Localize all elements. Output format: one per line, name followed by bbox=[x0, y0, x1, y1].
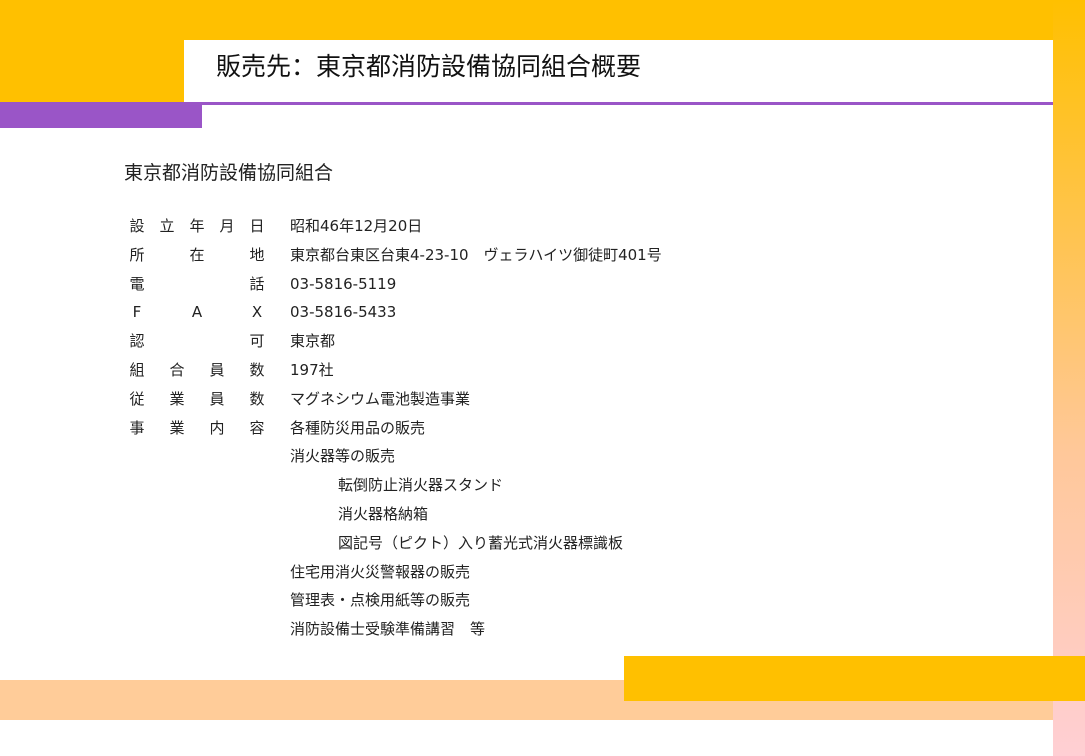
info-label-char: F bbox=[132, 303, 142, 322]
info-label-char: 員 bbox=[209, 389, 225, 408]
info-label-char: 立 bbox=[159, 217, 175, 235]
business-item: 消火器等の販売 bbox=[290, 447, 396, 466]
page-title: 販売先：東京都消防設備協同組合概要 bbox=[216, 52, 642, 81]
org-name: 東京都消防設備協同組合 bbox=[124, 162, 334, 184]
info-row-value: 各種防災用品の販売 bbox=[290, 418, 426, 437]
info-label-char: 数 bbox=[249, 360, 265, 379]
info-row-label: 電話 bbox=[128, 270, 266, 299]
info-row-label: 認可 bbox=[128, 327, 266, 356]
info-label-char: 数 bbox=[249, 389, 265, 408]
business-subitem: 転倒防止消火器スタンド bbox=[338, 476, 504, 495]
info-label-char: 合 bbox=[169, 360, 185, 379]
info-label-char: 所 bbox=[129, 245, 145, 264]
info-row: F A X 03-5816-5433 bbox=[128, 298, 662, 327]
business-item: 消防設備士受験準備講習 等 bbox=[290, 620, 486, 639]
info-row-label: FAX bbox=[128, 298, 266, 327]
info-label-char: 月 bbox=[219, 217, 235, 235]
info-label-char: 組 bbox=[129, 360, 145, 379]
info-row-value: 03-5816-5119 bbox=[290, 274, 397, 293]
info-row-value: 197社 bbox=[290, 360, 334, 379]
info-label-char: 日 bbox=[249, 217, 265, 235]
info-row-label: 組合員数 bbox=[128, 356, 266, 385]
info-label-char: 認 bbox=[129, 332, 145, 351]
info-row: 認可東京都 bbox=[128, 327, 662, 356]
info-label-char: A bbox=[191, 303, 203, 322]
info-row-value: 東京都台東区台東4-23-10 ヴェラハイツ御徒町401号 bbox=[290, 245, 662, 264]
info-row-label: 事業内容 bbox=[128, 414, 266, 443]
info-label-char: X bbox=[251, 303, 263, 322]
info-row: 設立年月日 昭和46年12月20日 bbox=[128, 212, 662, 241]
info-label-char: 内 bbox=[209, 418, 225, 437]
info-row-label: 所在地 bbox=[128, 241, 266, 270]
org-info-table: 設立年月日 昭和46年12月20日所 在 地 東京都台東区台東4-23-10 ヴェラハイ… bbox=[128, 212, 662, 644]
info-label-char: 在 bbox=[189, 245, 205, 264]
business-item: 管理表・点検用紙等の販売 bbox=[290, 591, 471, 610]
info-row-label: 設立年月日 bbox=[128, 212, 266, 241]
info-label-char: 事 bbox=[129, 418, 145, 437]
info-row: 事 業 内 容 各種防災用品の販売 bbox=[128, 414, 662, 443]
info-row-value: マグネシウム電池製造事業 bbox=[290, 389, 471, 408]
info-row: 従 業 員 数 マグネシウム電池製造事業 bbox=[128, 385, 662, 414]
info-label-char: 業 bbox=[169, 389, 185, 408]
info-label-char: 年 bbox=[189, 217, 205, 235]
info-label-char: 設 bbox=[129, 217, 145, 235]
info-label-char: 地 bbox=[249, 245, 265, 264]
info-label-char: 話 bbox=[249, 274, 265, 293]
info-label-char: 可 bbox=[249, 332, 265, 351]
info-row-value: 03-5816-5433 bbox=[290, 303, 397, 322]
business-subitem: 図記号（ピクト）入り蓄光式消火器標識板 bbox=[338, 533, 624, 552]
business-item: 住宅用消火災警報器の販売 bbox=[290, 562, 471, 581]
info-row-value: 昭和46年12月20日 bbox=[290, 217, 423, 235]
bottom-right-decor-box bbox=[624, 656, 1085, 701]
info-row: 所 在 地 東京都台東区台東4-23-10 ヴェラハイツ御徒町401号 bbox=[128, 241, 662, 270]
info-label-char: 容 bbox=[249, 418, 265, 437]
info-row-value: 東京都 bbox=[290, 332, 336, 351]
info-label-char: 電 bbox=[129, 274, 145, 293]
right-decor-band bbox=[1053, 0, 1085, 756]
info-label-char: 員 bbox=[209, 360, 225, 379]
business-subitem: 消火器格納箱 bbox=[338, 504, 429, 523]
info-label-char: 業 bbox=[169, 418, 185, 437]
info-row: 組 合 員 数 197社 bbox=[128, 356, 662, 385]
left-accent-bar bbox=[0, 102, 202, 128]
info-row: 電話 03-5816-5119 bbox=[128, 270, 662, 299]
info-label-char: 従 bbox=[129, 389, 145, 408]
info-row-label: 従業員数 bbox=[128, 385, 266, 414]
